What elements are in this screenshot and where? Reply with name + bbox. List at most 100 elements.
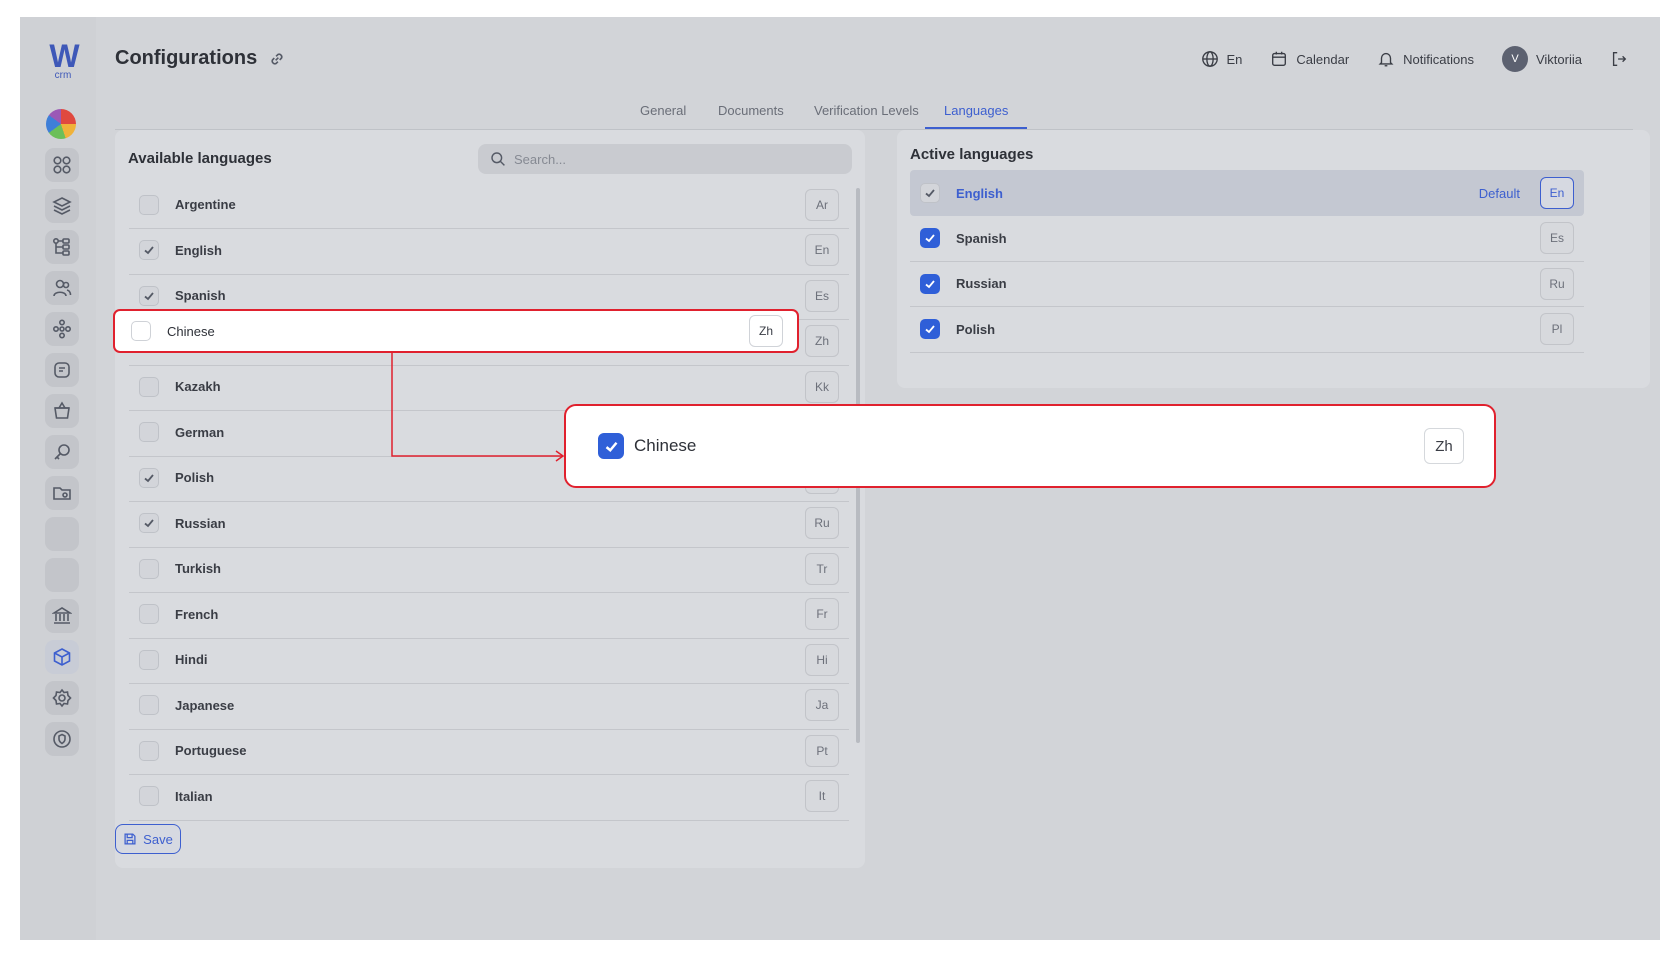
list-item[interactable]: Argentine Ar: [129, 181, 849, 229]
logout-button[interactable]: [1610, 50, 1628, 68]
checkbox[interactable]: [139, 513, 159, 533]
list-item[interactable]: English En: [129, 227, 849, 275]
basket-icon: [54, 401, 70, 419]
page-title: Configurations: [115, 47, 258, 69]
language-code-badge: Hi: [805, 643, 839, 676]
checkmark-icon: [144, 473, 154, 482]
sidebar-item-network[interactable]: [45, 312, 79, 346]
sidebar-item-settings[interactable]: [45, 681, 79, 715]
list-item[interactable]: Japanese Ja: [129, 682, 849, 730]
checkbox[interactable]: [139, 649, 159, 670]
checkmark-icon: [144, 291, 154, 300]
sidebar-item-files[interactable]: [45, 476, 79, 510]
checkbox[interactable]: [139, 467, 159, 488]
list-item[interactable]: Hindi Hi: [129, 636, 849, 684]
list-item[interactable]: Portuguese Pt: [129, 727, 849, 775]
zoomed-callout-chinese[interactable]: Chinese Zh: [564, 404, 1496, 488]
language-code-badge: En: [1540, 177, 1574, 209]
app-logo[interactable]: W crm: [44, 38, 82, 81]
language-name: Spanish: [956, 230, 1007, 246]
list-item[interactable]: Italian It: [129, 773, 849, 821]
checkmark-icon: [925, 234, 935, 243]
link-icon[interactable]: [268, 50, 286, 68]
folder-icon: [53, 487, 71, 500]
topbar: En Calendar Notifications V Viktoriia: [1201, 45, 1629, 73]
sidebar-item-layers[interactable]: [45, 189, 79, 223]
checkbox[interactable]: [139, 285, 159, 306]
language-name: Portuguese: [175, 743, 247, 758]
checkmark-icon: [605, 441, 617, 452]
sidebar-item-blank-2[interactable]: [45, 558, 79, 592]
users-icon: [53, 279, 72, 297]
search-icon: [491, 152, 505, 166]
checkbox[interactable]: [139, 740, 159, 761]
list-item[interactable]: Russian Ru: [910, 261, 1584, 307]
language-code-badge: Zh: [749, 315, 783, 347]
sidebar-item-blank-1[interactable]: [45, 517, 79, 551]
language-code-badge: Pt: [805, 734, 839, 767]
calendar-link[interactable]: Calendar: [1270, 50, 1349, 68]
language-code-badge: En: [805, 234, 839, 266]
sidebar-item-security[interactable]: [45, 722, 79, 756]
sidebar-item-structure[interactable]: [45, 230, 79, 264]
sidebar-item-tasks[interactable]: [45, 353, 79, 387]
gear-icon: [52, 688, 72, 708]
checkmark-icon: [925, 189, 935, 198]
network-icon: [52, 319, 72, 339]
checkbox[interactable]: [139, 604, 159, 624]
search-input[interactable]: Search...: [478, 144, 852, 174]
checkbox[interactable]: [139, 240, 159, 260]
list-item[interactable]: Turkish Tr: [129, 545, 849, 593]
list-item[interactable]: Russian Ru: [129, 500, 849, 548]
language-code-badge: Ar: [805, 188, 839, 221]
language-code-badge: Es: [1540, 222, 1574, 254]
checkbox[interactable]: [131, 321, 151, 341]
checkbox-checked[interactable]: [920, 319, 940, 339]
checkbox-checked[interactable]: [920, 228, 940, 248]
tab-verification-levels[interactable]: Verification Levels: [814, 103, 919, 118]
note-icon: [54, 362, 70, 378]
sidebar-item-dashboard[interactable]: [45, 148, 79, 182]
tab-general[interactable]: General: [640, 103, 686, 118]
dashboard-chart-icon[interactable]: [46, 109, 76, 139]
language-name: Turkish: [175, 561, 221, 576]
language-name: Japanese: [175, 697, 235, 713]
list-item[interactable]: French Fr: [129, 591, 849, 639]
sidebar-item-users[interactable]: [45, 271, 79, 305]
tab-documents[interactable]: Documents: [718, 103, 784, 118]
notifications-link[interactable]: Notifications: [1377, 50, 1474, 68]
save-icon: [124, 833, 136, 845]
active-languages-title: Active languages: [910, 146, 1034, 163]
checkbox[interactable]: [920, 183, 940, 203]
available-languages-panel: Available languages Search... Argentine A…: [115, 130, 865, 868]
highlighted-row-chinese[interactable]: Chinese Zh: [113, 309, 799, 353]
globe-icon: [1201, 51, 1218, 67]
checkbox[interactable]: [139, 558, 159, 579]
checkmark-icon: [144, 246, 154, 255]
language-code-badge: Zh: [805, 325, 839, 357]
checkbox[interactable]: [139, 194, 159, 215]
checkbox[interactable]: [139, 786, 159, 806]
checkbox[interactable]: [139, 376, 159, 397]
sidebar-item-shop[interactable]: [45, 394, 79, 428]
default-language-row[interactable]: English Default En: [910, 170, 1584, 216]
checkmark-icon: [144, 519, 154, 528]
active-languages-panel: Active languages English Default En Spanish…: [897, 130, 1650, 388]
logo-mark: W: [49, 38, 79, 74]
user-menu[interactable]: V Viktoriia: [1501, 46, 1582, 72]
sidebar-item-bank[interactable]: [45, 599, 79, 633]
save-button[interactable]: Save: [115, 824, 181, 854]
language-name: English: [175, 242, 222, 258]
sidebar-item-keys[interactable]: [45, 435, 79, 469]
checkmark-icon: [925, 325, 935, 334]
checkbox-checked[interactable]: [598, 433, 624, 459]
language-switcher[interactable]: En: [1201, 50, 1242, 68]
list-item[interactable]: Spanish Es: [910, 216, 1584, 262]
checkbox[interactable]: [139, 695, 159, 715]
sidebar-item-configurations[interactable]: [45, 640, 79, 674]
checkbox-checked[interactable]: [920, 273, 940, 294]
list-item[interactable]: Polish Pl: [910, 307, 1584, 353]
language-code-badge: Ja: [805, 689, 839, 721]
checkbox[interactable]: [139, 422, 159, 442]
tab-languages[interactable]: Languages: [944, 103, 1008, 118]
